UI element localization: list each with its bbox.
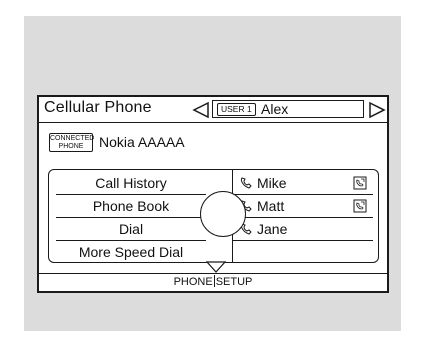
- connected-badge-line2: PHONE: [58, 143, 84, 150]
- contact-name: Jane: [257, 221, 288, 237]
- connected-phone-badge: CONNECTED PHONE: [49, 133, 95, 152]
- menu-item-more-speed-dial[interactable]: More Speed Dial: [56, 241, 206, 263]
- speed-dial-item-matt[interactable]: Matt: [233, 195, 373, 218]
- header-divider: [39, 122, 387, 123]
- page-title: Cellular Phone: [44, 99, 152, 116]
- footer-bar: PHONE SETUP: [39, 275, 387, 288]
- connected-badge-line1: CONNECTED: [50, 135, 95, 142]
- footer-phone-label[interactable]: PHONE: [174, 276, 213, 288]
- user-badge: USER 1: [217, 103, 256, 116]
- voice-tag-icon: [353, 176, 367, 190]
- footer-divider: [39, 273, 387, 274]
- speed-dial-item-mike[interactable]: Mike: [233, 172, 373, 195]
- menu-list: Call History Phone Book Dial More Speed …: [56, 172, 206, 263]
- selector-knob[interactable]: [200, 191, 246, 237]
- phone-screen: Cellular Phone USER 1 Alex CONNECTED PHO…: [37, 95, 389, 293]
- user-name: Alex: [261, 101, 289, 117]
- next-user-arrow-icon[interactable]: [368, 101, 386, 119]
- voice-tag-icon: [353, 199, 367, 213]
- contact-name: Mike: [257, 175, 287, 191]
- footer-setup-label[interactable]: SETUP: [216, 276, 253, 288]
- user-selector[interactable]: USER 1 Alex: [212, 100, 364, 118]
- previous-user-arrow-icon[interactable]: [192, 101, 210, 119]
- menu-item-call-history[interactable]: Call History: [56, 172, 206, 195]
- scroll-down-arrow-icon[interactable]: [206, 261, 226, 273]
- contact-name: Matt: [257, 198, 285, 214]
- speed-dial-item-jane[interactable]: Jane: [233, 218, 373, 241]
- menu-item-phone-book[interactable]: Phone Book: [56, 195, 206, 218]
- connected-phone-name: Nokia AAAAA: [99, 134, 185, 150]
- footer-separator: [213, 275, 215, 287]
- phone-handset-icon: [240, 177, 252, 189]
- speed-dial-list: Mike Matt Jane: [233, 172, 373, 241]
- menu-item-dial[interactable]: Dial: [56, 218, 206, 241]
